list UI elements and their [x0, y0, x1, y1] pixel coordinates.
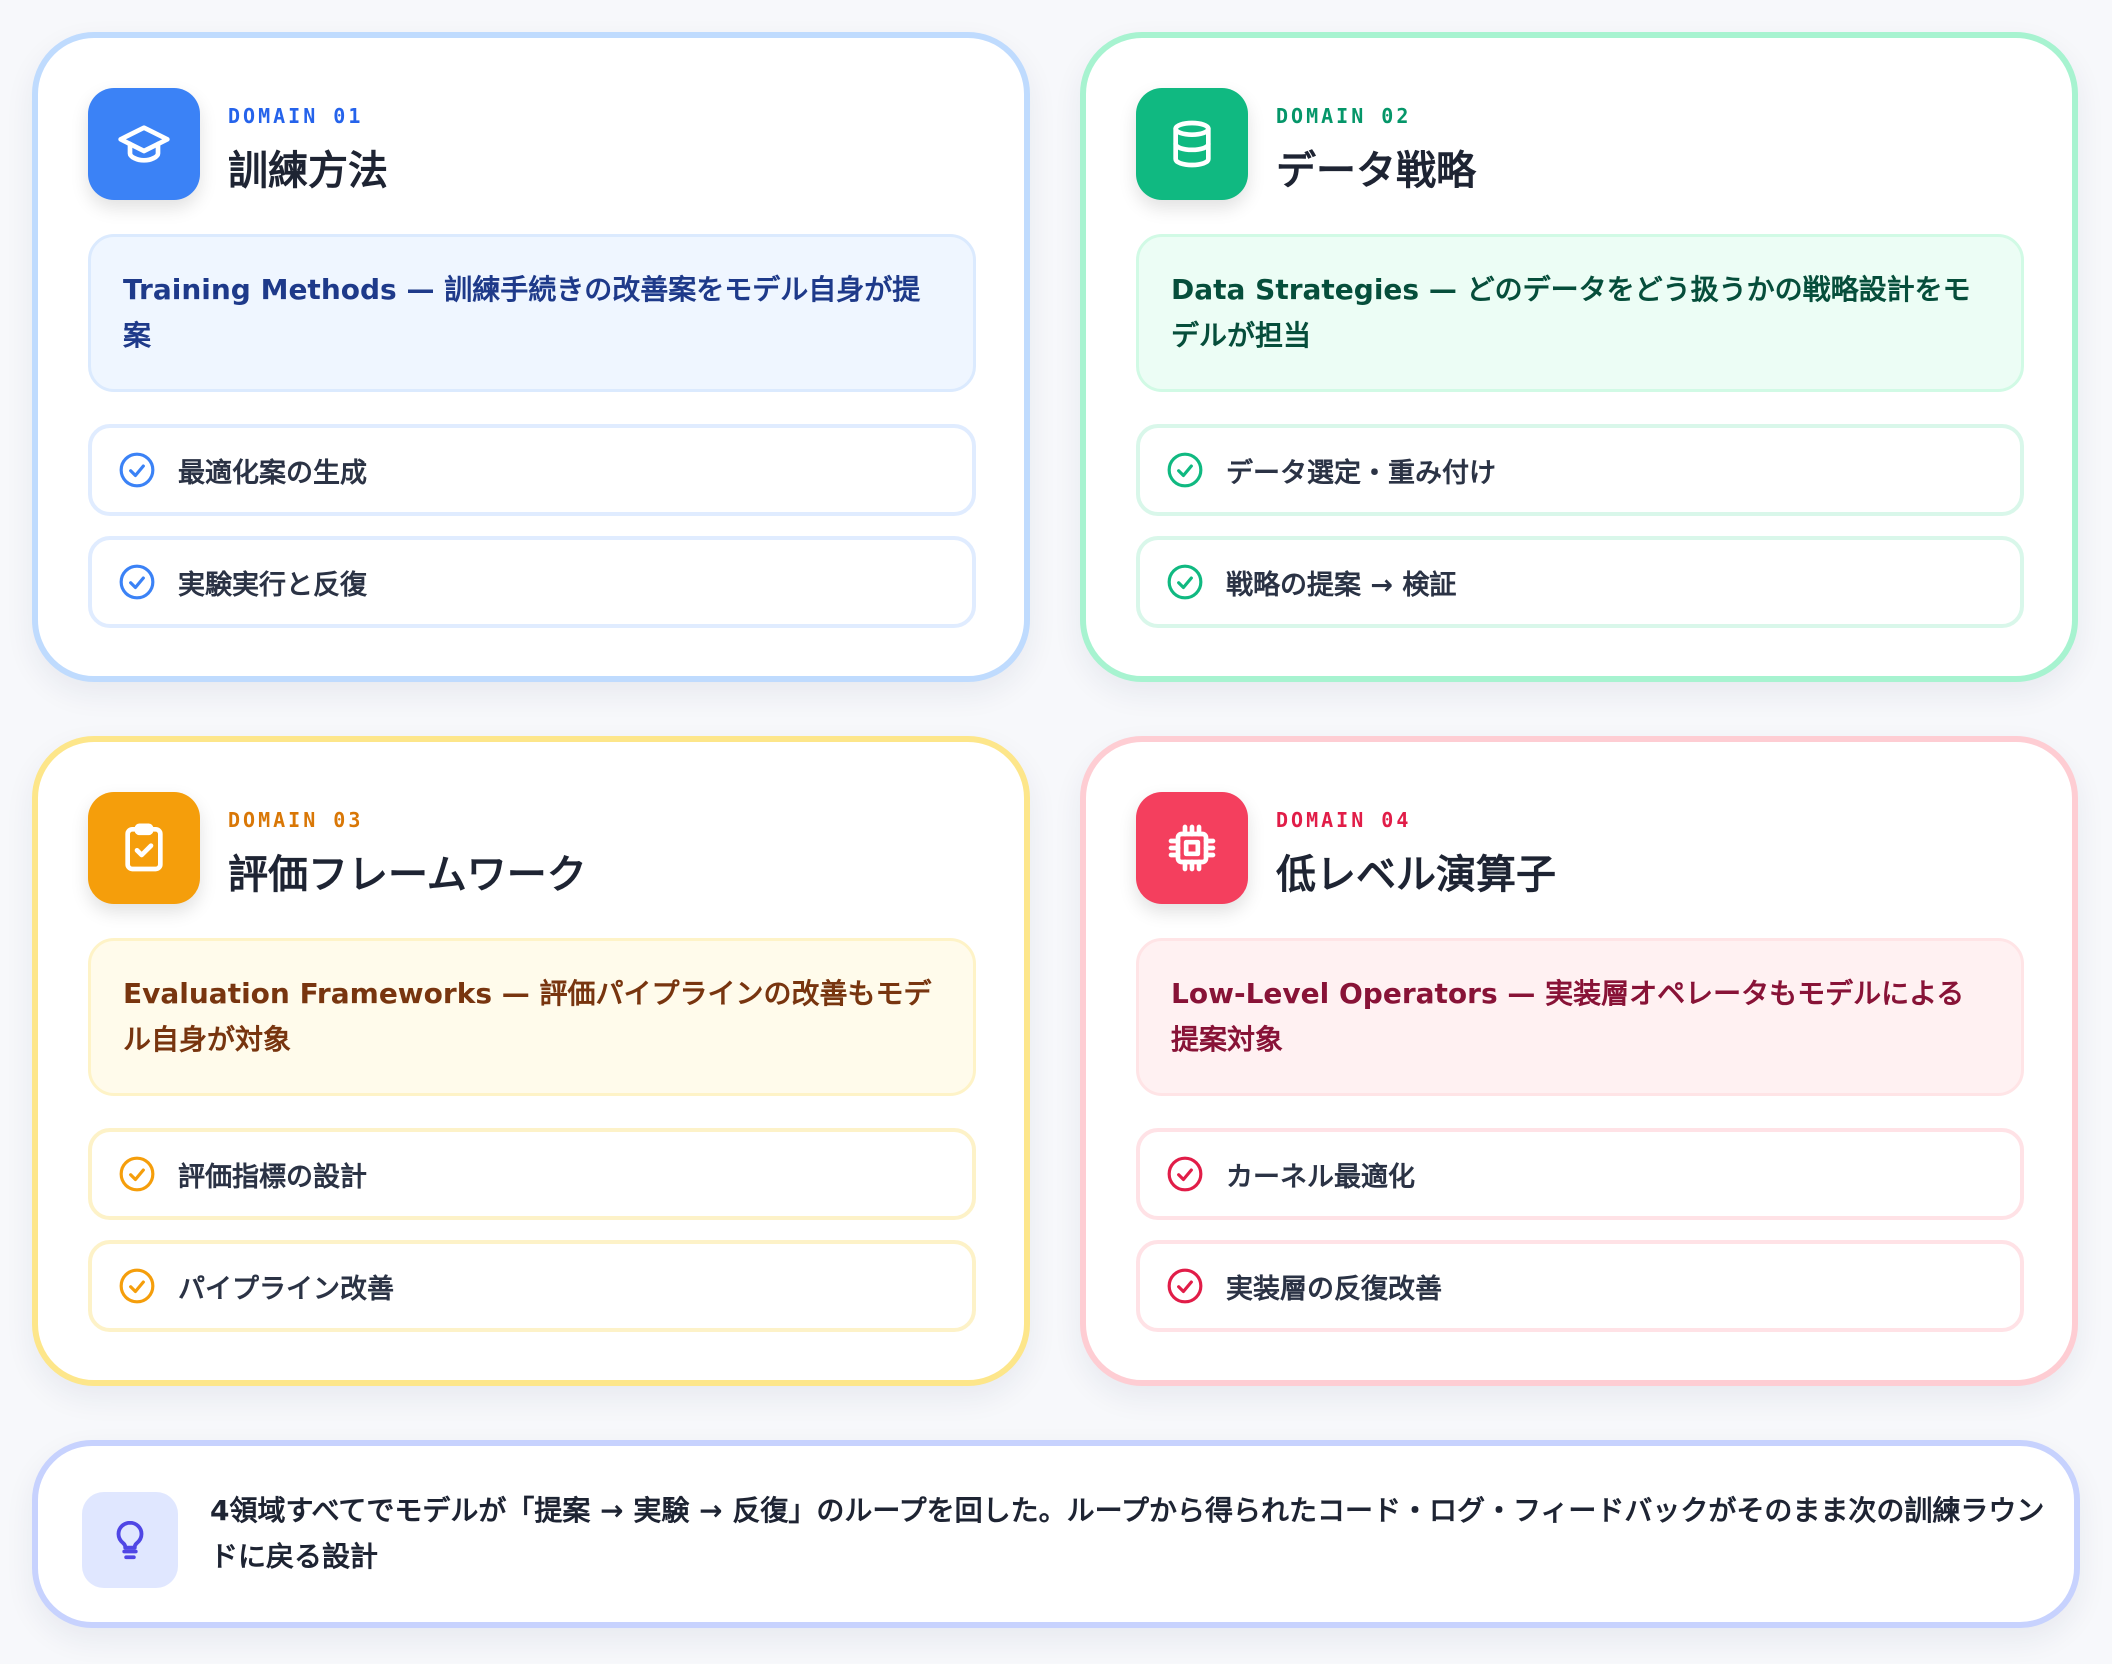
- feature-item: カーネル最適化: [1136, 1128, 2024, 1220]
- check-circle-icon: [1167, 452, 1203, 488]
- domain-card-data: DOMAIN 02 データ戦略 Data Strategies — どのデータを…: [1080, 32, 2078, 682]
- feature-label: カーネル最適化: [1226, 1161, 1415, 1193]
- domain-title: 評価フレームワーク: [228, 852, 587, 898]
- domain-description-text: Data Strategies — どのデータをどう扱うかの戦略設計をモデルが担…: [1171, 273, 1971, 352]
- clipboard-check-icon: [88, 792, 200, 904]
- check-circle-icon: [119, 452, 155, 488]
- feature-item: パイプライン改善: [88, 1240, 976, 1332]
- domain-card-operators: DOMAIN 04 低レベル演算子 Low-Level Operators — …: [1080, 736, 2078, 1386]
- feature-label: 実装層の反復改善: [1226, 1273, 1442, 1305]
- check-circle-icon: [119, 564, 155, 600]
- feature-item: 実験実行と反復: [88, 536, 976, 628]
- feature-item: 戦略の提案 → 検証: [1136, 536, 2024, 628]
- domain-number-label: DOMAIN 02: [1276, 104, 1412, 128]
- feature-label: 戦略の提案 → 検証: [1226, 569, 1457, 601]
- feature-label: パイプライン改善: [178, 1273, 394, 1305]
- check-circle-icon: [1167, 1156, 1203, 1192]
- domain-description-text: Training Methods — 訓練手続きの改善案をモデル自身が提案: [123, 273, 921, 352]
- domain-number-label: DOMAIN 03: [228, 808, 364, 832]
- domain-number-label: DOMAIN 01: [228, 104, 364, 128]
- feature-label: 実験実行と反復: [178, 569, 367, 601]
- domain-description: Evaluation Frameworks — 評価パイプラインの改善もモデル自…: [88, 938, 976, 1096]
- feature-item: 実装層の反復改善: [1136, 1240, 2024, 1332]
- domain-card-evaluation: DOMAIN 03 評価フレームワーク Evaluation Framework…: [32, 736, 1030, 1386]
- domain-card-training: DOMAIN 01 訓練方法 Training Methods — 訓練手続きの…: [32, 32, 1030, 682]
- domain-description: Data Strategies — どのデータをどう扱うかの戦略設計をモデルが担…: [1136, 234, 2024, 392]
- graduation-cap-icon: [88, 88, 200, 200]
- domain-description-text: Evaluation Frameworks — 評価パイプラインの改善もモデル自…: [123, 977, 932, 1056]
- feature-item: 最適化案の生成: [88, 424, 976, 516]
- domain-description: Training Methods — 訓練手続きの改善案をモデル自身が提案: [88, 234, 976, 392]
- summary-callout: 4領域すべてでモデルが「提案 → 実験 → 反復」のループを回した。ループから得…: [32, 1440, 2080, 1628]
- domain-title: データ戦略: [1276, 148, 1476, 194]
- domain-number-label: DOMAIN 04: [1276, 808, 1412, 832]
- feature-label: データ選定・重み付け: [1226, 457, 1496, 489]
- feature-label: 最適化案の生成: [178, 457, 367, 489]
- database-icon: [1136, 88, 1248, 200]
- feature-label: 評価指標の設計: [178, 1161, 367, 1193]
- domain-title: 低レベル演算子: [1276, 852, 1556, 898]
- check-circle-icon: [1167, 564, 1203, 600]
- check-circle-icon: [119, 1268, 155, 1304]
- check-circle-icon: [119, 1156, 155, 1192]
- domain-description: Low-Level Operators — 実装層オペレータもモデルによる提案対…: [1136, 938, 2024, 1096]
- domain-title: 訓練方法: [228, 148, 388, 194]
- cpu-chip-icon: [1136, 792, 1248, 904]
- check-circle-icon: [1167, 1268, 1203, 1304]
- feature-item: 評価指標の設計: [88, 1128, 976, 1220]
- lightbulb-icon: [82, 1492, 178, 1588]
- feature-item: データ選定・重み付け: [1136, 424, 2024, 516]
- domain-description-text: Low-Level Operators — 実装層オペレータもモデルによる提案対…: [1171, 977, 1965, 1056]
- summary-text: 4領域すべてでモデルが「提案 → 実験 → 反復」のループを回した。ループから得…: [210, 1494, 2045, 1573]
